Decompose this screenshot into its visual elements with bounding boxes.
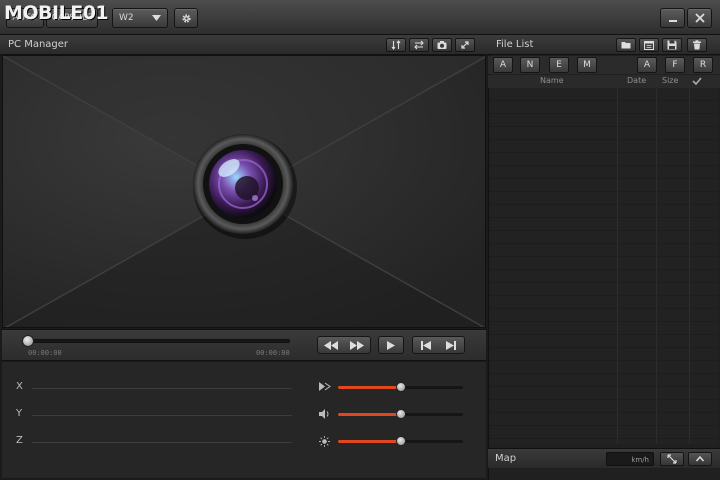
speed-slider[interactable] [338, 382, 463, 392]
speed-unit: km/h [631, 456, 649, 464]
file-filter-bar: A N E M A F R [488, 56, 720, 74]
speed-readout: km/h [606, 452, 654, 466]
seek-bar[interactable] [28, 339, 290, 343]
video-placeholder-graphic [3, 56, 485, 327]
play-button[interactable] [378, 336, 404, 354]
file-list-header: File List [488, 35, 720, 55]
column-divider [689, 88, 690, 444]
map-expand-button[interactable] [660, 452, 684, 466]
brightness-slider[interactable] [338, 436, 463, 446]
calendar-icon [644, 41, 654, 50]
watermark-logo: MOBILE01 [4, 2, 109, 24]
volume-slider[interactable] [338, 409, 463, 419]
column-header-date[interactable]: Date [627, 76, 646, 85]
axis-x-label: X [16, 381, 23, 392]
map-collapse-button[interactable] [688, 452, 712, 466]
brightness-slider-handle[interactable] [395, 436, 406, 446]
filter-normal-button[interactable]: N [520, 57, 540, 73]
flip-vertical-icon [391, 40, 401, 50]
video-viewport[interactable] [2, 55, 486, 328]
video-panel-header: PC Manager [0, 35, 488, 55]
volume-slider-fill [338, 413, 401, 416]
checkmark-icon[interactable] [692, 77, 702, 85]
filter-manual-button[interactable]: M [577, 57, 597, 73]
fullscreen-button[interactable] [455, 38, 475, 52]
save-icon [667, 40, 677, 50]
minimize-button[interactable] [660, 8, 685, 28]
total-time: 00:00:00 [256, 349, 290, 357]
expand-icon [461, 41, 469, 49]
calendar-button[interactable] [639, 38, 659, 52]
speed-slider-fill [338, 386, 401, 389]
playback-controls: 00:00:00 00:00:00 [2, 329, 486, 361]
brightness-icon [319, 436, 330, 447]
volume-slider-handle[interactable] [395, 409, 406, 419]
save-button[interactable] [662, 38, 682, 52]
speed-icon [319, 382, 331, 391]
gear-icon [181, 13, 191, 23]
gsensor-panel: X Y Z [2, 362, 486, 478]
play-icon [387, 340, 395, 350]
device-select-value: W2 [119, 13, 134, 23]
column-header-size[interactable]: Size [662, 76, 678, 85]
previous-track-icon[interactable] [420, 340, 431, 350]
skip-group [412, 336, 465, 354]
close-button[interactable] [687, 8, 712, 28]
axis-y-graph [32, 415, 292, 416]
filter-all-button[interactable]: A [493, 57, 513, 73]
axis-x-graph [32, 388, 292, 389]
column-divider [656, 88, 657, 444]
column-header-name[interactable]: Name [540, 76, 564, 85]
minimize-icon [668, 20, 677, 22]
rewind-forward-group [317, 336, 371, 354]
file-list-title: File List [496, 39, 534, 50]
camera-icon [437, 41, 447, 49]
chevron-down-icon [152, 15, 161, 21]
map-title: Map [495, 453, 517, 464]
volume-icon [319, 409, 329, 419]
speed-slider-handle[interactable] [395, 382, 406, 392]
fast-forward-icon[interactable] [350, 340, 364, 350]
chevron-up-icon [695, 455, 705, 462]
rewind-icon[interactable] [324, 340, 338, 350]
trash-icon [693, 40, 701, 50]
flip-vertical-button[interactable] [386, 38, 406, 52]
delete-button[interactable] [687, 38, 707, 52]
device-select[interactable]: W2 [112, 8, 168, 28]
filter-event-button[interactable]: E [549, 57, 569, 73]
axis-y-label: Y [16, 408, 23, 419]
video-panel-title: PC Manager [8, 39, 69, 50]
settings-button[interactable] [174, 8, 198, 28]
axis-z-label: Z [16, 435, 23, 446]
swap-arrows-icon [414, 40, 424, 50]
column-divider [617, 88, 618, 444]
next-track-icon[interactable] [446, 340, 457, 350]
folder-icon [621, 42, 631, 49]
seek-handle[interactable] [22, 335, 34, 347]
file-list-table[interactable] [489, 88, 718, 444]
filter-right-r-button[interactable]: R [693, 57, 713, 73]
map-bar: Map km/h [488, 448, 720, 468]
resize-icon [667, 454, 677, 464]
brightness-slider-fill [338, 440, 401, 443]
close-icon [694, 13, 705, 23]
axis-z-graph [32, 442, 292, 443]
open-folder-button[interactable] [616, 38, 636, 52]
filter-right-a-button[interactable]: A [637, 57, 657, 73]
filter-right-f-button[interactable]: F [665, 57, 685, 73]
flip-horizontal-button[interactable] [409, 38, 429, 52]
snapshot-button[interactable] [432, 38, 452, 52]
file-list-column-headers: Name Date Size [488, 75, 720, 88]
current-time: 00:00:00 [28, 349, 62, 357]
